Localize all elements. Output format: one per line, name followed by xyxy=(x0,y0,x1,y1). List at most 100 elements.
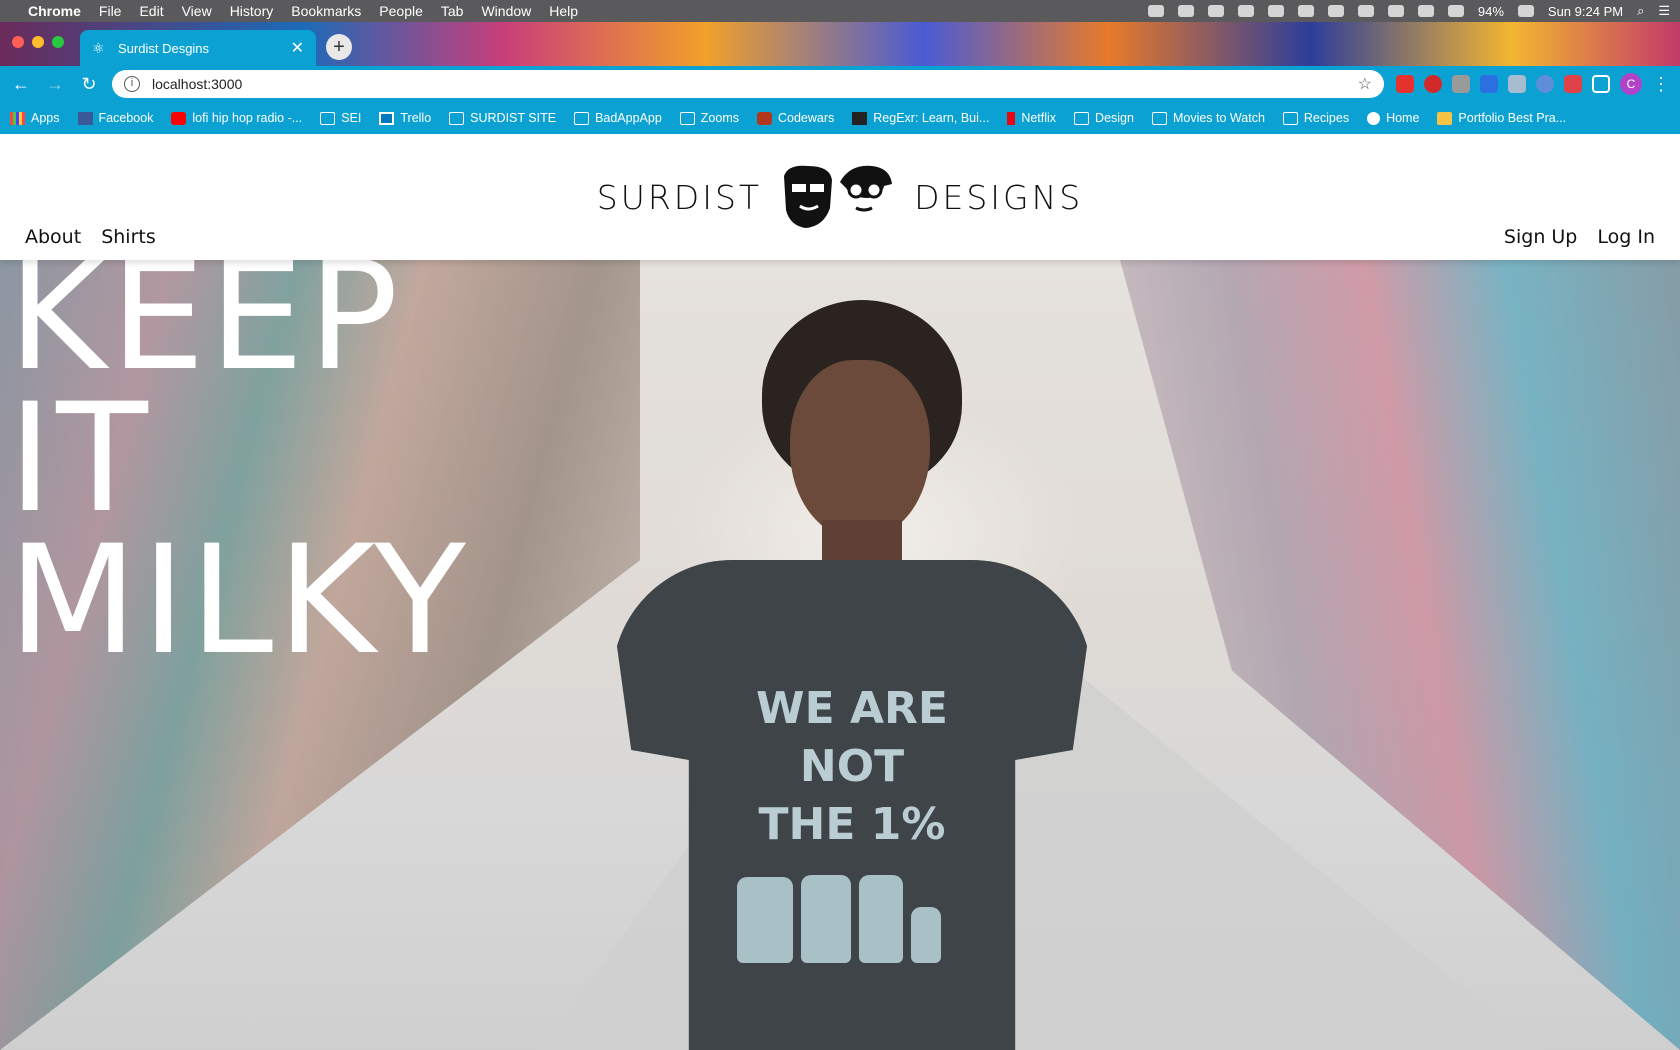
address-bar[interactable]: i localhost:3000 ☆ xyxy=(112,70,1384,98)
site-nav: About Shirts Sign Up Log In xyxy=(25,226,1655,248)
bookmark-label: Recipes xyxy=(1303,111,1350,125)
close-tab-icon[interactable]: ✕ xyxy=(291,38,304,58)
time-machine-icon[interactable] xyxy=(1297,5,1314,17)
browser-tab-strip: ⚛ Surdist Desgins ✕ + xyxy=(0,22,1680,66)
lastpass-extension-icon[interactable] xyxy=(1396,75,1414,93)
bookmark-surdist-site[interactable]: SURDIST SITE xyxy=(449,111,556,125)
tab-title: Surdist Desgins xyxy=(118,40,210,56)
wifi-icon[interactable] xyxy=(1387,5,1404,17)
trello-icon xyxy=(379,111,395,125)
battery-percent[interactable]: 94% xyxy=(1478,4,1504,19)
forward-arrow-icon[interactable]: → xyxy=(44,74,66,95)
bookmark-home[interactable]: Home xyxy=(1367,111,1419,125)
home-globe-icon xyxy=(1367,111,1381,125)
bookmark-netflix[interactable]: Netflix xyxy=(1007,111,1056,125)
folder-icon xyxy=(1282,111,1298,125)
dollar-icon[interactable] xyxy=(1207,5,1224,17)
bookmark-label: Zooms xyxy=(700,111,739,125)
bluetooth-icon[interactable] xyxy=(1327,5,1344,17)
bookmark-trello[interactable]: Trello xyxy=(379,111,431,125)
adblock-plus-extension-icon[interactable] xyxy=(1424,75,1442,93)
menu-bookmarks[interactable]: Bookmarks xyxy=(291,3,361,19)
bookmark-codewars[interactable]: Codewars xyxy=(757,111,834,125)
tshirt-slogan-line: NOT xyxy=(799,741,905,792)
milk-bottle-icon xyxy=(801,875,851,963)
regexr-icon xyxy=(852,111,868,125)
minimize-window-button[interactable] xyxy=(32,36,44,48)
spotlight-search-icon[interactable]: ⌕ xyxy=(1637,3,1644,19)
dropbox-icon[interactable] xyxy=(1237,5,1254,17)
menu-people[interactable]: People xyxy=(379,3,423,19)
bookmark-lofi[interactable]: lofi hip hop radio -... xyxy=(171,111,302,125)
bookmark-label: Movies to Watch xyxy=(1172,111,1265,125)
close-window-button[interactable] xyxy=(12,36,24,48)
bookmark-badappapp[interactable]: BadAppApp xyxy=(574,111,662,125)
bookmark-label: BadAppApp xyxy=(595,111,662,125)
extension-circle-icon[interactable] xyxy=(1536,75,1554,93)
bookmark-sei[interactable]: SEI xyxy=(320,111,361,125)
window-controls xyxy=(12,36,64,48)
extension-red-icon[interactable] xyxy=(1564,75,1582,93)
codewars-icon xyxy=(757,111,772,125)
youtube-icon xyxy=(171,111,187,125)
bookmarks-bar: Apps Facebook lofi hip hop radio -... SE… xyxy=(0,102,1680,134)
nav-login-link[interactable]: Log In xyxy=(1597,226,1655,248)
menu-edit[interactable]: Edit xyxy=(139,3,163,19)
nav-about-link[interactable]: About xyxy=(25,226,81,248)
clock[interactable]: Sun 9:24 PM xyxy=(1548,4,1623,19)
creative-cloud-icon[interactable] xyxy=(1177,5,1194,17)
profile-avatar[interactable]: C xyxy=(1620,73,1642,95)
circle-status-icon[interactable] xyxy=(1267,5,1284,17)
hero-line: MILKY xyxy=(8,514,470,688)
small-carton-icon xyxy=(911,907,941,963)
extension-shield-icon[interactable] xyxy=(1480,75,1498,93)
bookmark-label: Home xyxy=(1386,111,1420,125)
site-brand[interactable]: SURDIST DESIGNS xyxy=(0,162,1680,232)
menu-window[interactable]: Window xyxy=(481,3,531,19)
bookmark-movies[interactable]: Movies to Watch xyxy=(1151,111,1265,125)
browser-toolbar: ← → ↻ i localhost:3000 ☆ C ⋮ xyxy=(0,66,1680,102)
volume-icon[interactable] xyxy=(1447,5,1464,17)
site-info-icon[interactable]: i xyxy=(124,76,140,92)
bookmark-recipes[interactable]: Recipes xyxy=(1282,111,1350,125)
new-tab-button[interactable]: + xyxy=(326,34,352,60)
extension-letter-icon[interactable] xyxy=(1508,75,1526,93)
bookmark-facebook[interactable]: Facebook xyxy=(77,111,153,125)
menu-history[interactable]: History xyxy=(230,3,274,19)
zoom-window-button[interactable] xyxy=(52,36,64,48)
bookmark-star-icon[interactable]: ☆ xyxy=(1358,74,1372,94)
bookmark-portfolio[interactable]: Portfolio Best Pra... xyxy=(1437,111,1566,125)
battery-icon[interactable] xyxy=(1517,5,1534,17)
bookmark-label: Apps xyxy=(31,111,60,125)
nav-shirts-link[interactable]: Shirts xyxy=(101,226,156,248)
menu-view[interactable]: View xyxy=(182,3,212,19)
url-text[interactable]: localhost:3000 xyxy=(152,76,1358,92)
netflix-icon xyxy=(1007,111,1016,125)
browser-tab-active[interactable]: ⚛ Surdist Desgins ✕ xyxy=(80,30,316,66)
menu-app-name[interactable]: Chrome xyxy=(28,3,81,19)
extensions-area: C ⋮ xyxy=(1396,73,1670,95)
bookmark-regexr[interactable]: RegExr: Learn, Bui... xyxy=(852,111,989,125)
bookmark-apps[interactable]: Apps xyxy=(10,111,60,125)
chrome-menu-icon[interactable]: ⋮ xyxy=(1652,74,1670,95)
hero-headline: KEEP IT MILKY xyxy=(8,260,470,688)
nav-signup-link[interactable]: Sign Up xyxy=(1504,226,1577,248)
reload-icon[interactable]: ↻ xyxy=(78,74,100,95)
menu-help[interactable]: Help xyxy=(549,3,578,19)
menu-tab[interactable]: Tab xyxy=(441,3,464,19)
glasses-icon[interactable] xyxy=(1147,5,1164,17)
cast-icon[interactable] xyxy=(1592,75,1610,93)
extension-icon[interactable] xyxy=(1452,75,1470,93)
keyboard-icon[interactable] xyxy=(1357,5,1374,17)
model-face xyxy=(790,360,930,540)
airplay-icon[interactable] xyxy=(1417,5,1434,17)
bookmark-label: RegExr: Learn, Bui... xyxy=(873,111,990,125)
folder-icon xyxy=(574,111,590,125)
back-arrow-icon[interactable]: ← xyxy=(10,74,32,95)
notification-center-icon[interactable]: ☰ xyxy=(1658,3,1670,19)
bookmark-zooms[interactable]: Zooms xyxy=(679,111,739,125)
bookmark-label: SEI xyxy=(341,111,362,125)
menu-file[interactable]: File xyxy=(99,3,122,19)
bookmark-design[interactable]: Design xyxy=(1074,111,1134,125)
tshirt-slogan: WE ARE NOT THE 1% xyxy=(712,680,992,854)
